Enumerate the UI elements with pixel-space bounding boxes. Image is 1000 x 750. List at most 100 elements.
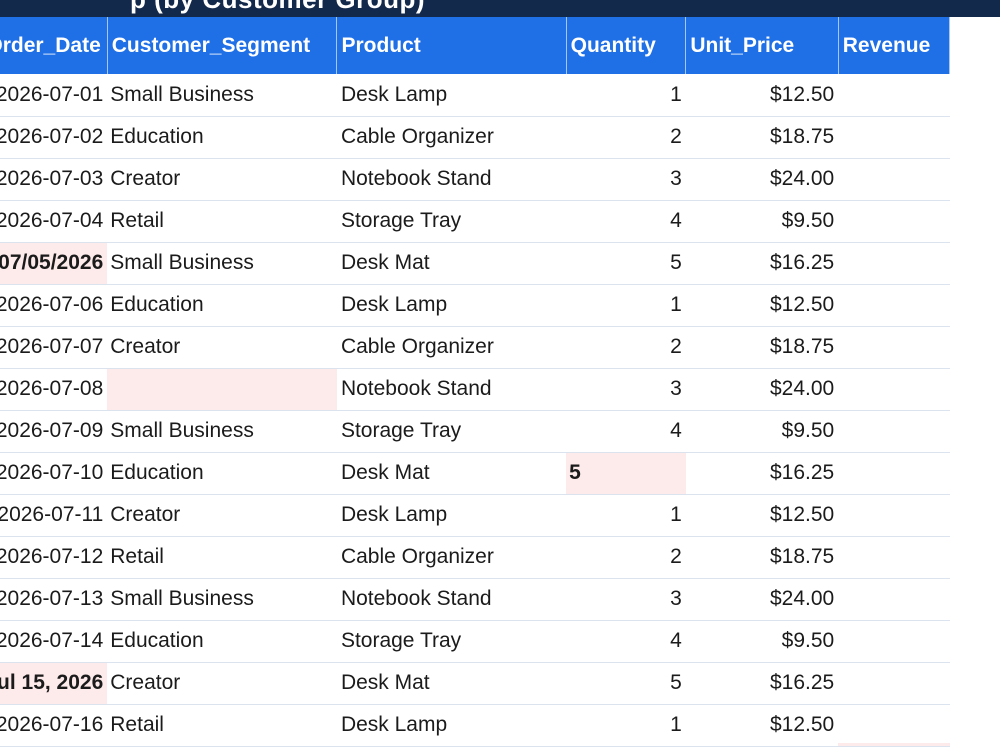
column-header-revenue[interactable]: Revenue — [838, 17, 951, 74]
cell-revenue[interactable] — [838, 578, 950, 621]
cell-order-date[interactable]: 2026-07-09 — [0, 410, 108, 453]
cell-revenue[interactable] — [838, 326, 950, 369]
cell-customer-segment[interactable]: Education — [107, 620, 337, 663]
table-row[interactable]: 07/05/2026 Small Business Desk Mat 5 $16… — [0, 242, 950, 285]
cell-quantity[interactable]: 5 — [566, 242, 686, 285]
table-row[interactable]: 2026-07-03 Creator Notebook Stand 3 $24.… — [0, 158, 950, 201]
cell-quantity[interactable]: 3 — [566, 578, 686, 621]
cell-order-date[interactable]: 2026-07-01 — [0, 74, 108, 117]
cell-revenue[interactable] — [838, 662, 950, 705]
cell-product[interactable]: Desk Mat — [336, 452, 567, 495]
cell-quantity[interactable]: 3 — [566, 368, 686, 411]
cell-customer-segment[interactable]: Creator — [107, 662, 337, 705]
table-row[interactable]: 2026-07-07 Creator Cable Organizer 2 $18… — [0, 326, 950, 369]
cell-quantity[interactable]: 1 — [566, 284, 686, 327]
column-header-product[interactable]: Product — [336, 17, 567, 74]
cell-order-date[interactable]: 2026-07-16 — [0, 704, 108, 747]
table-row[interactable]: 2026-07-04 Retail Storage Tray 4 $9.50 — [0, 200, 950, 243]
table-row[interactable]: 2026-07-14 Education Storage Tray 4 $9.5… — [0, 620, 950, 663]
cell-product[interactable]: Desk Mat — [336, 662, 567, 705]
table-row[interactable]: 2026-07-11 Creator Desk Lamp 1 $12.50 — [0, 494, 950, 537]
cell-revenue[interactable] — [838, 452, 950, 495]
cell-order-date[interactable]: 2026-07-03 — [0, 158, 108, 201]
cell-unit-price[interactable]: $12.50 — [685, 74, 839, 117]
cell-quantity[interactable]: 5 — [566, 662, 686, 705]
cell-revenue[interactable] — [838, 284, 950, 327]
cell-unit-price[interactable]: $24.00 — [685, 368, 839, 411]
cell-unit-price[interactable]: $18.75 — [685, 326, 839, 369]
table-row[interactable]: 2026-07-02 Education Cable Organizer 2 $… — [0, 116, 950, 159]
cell-customer-segment[interactable]: Creator — [107, 494, 337, 537]
cell-product[interactable]: Desk Mat — [336, 242, 567, 285]
cell-order-date[interactable]: 2026-07-08 — [0, 368, 108, 411]
cell-revenue[interactable] — [838, 158, 950, 201]
cell-product[interactable]: Desk Lamp — [336, 284, 567, 327]
cell-order-date-flagged[interactable]: Jul 15, 2026 — [0, 662, 108, 705]
cell-order-date[interactable]: 2026-07-06 — [0, 284, 108, 327]
cell-order-date[interactable]: 2026-07-11 — [0, 494, 108, 537]
cell-order-date[interactable]: 2026-07-14 — [0, 620, 108, 663]
cell-order-date[interactable]: 2026-07-04 — [0, 200, 108, 243]
cell-unit-price[interactable]: $16.25 — [685, 452, 839, 495]
cell-order-date[interactable]: 2026-07-13 — [0, 578, 108, 621]
cell-revenue[interactable] — [838, 242, 950, 285]
cell-product[interactable]: Cable Organizer — [336, 326, 567, 369]
cell-customer-segment[interactable]: Education — [107, 284, 337, 327]
cell-order-date[interactable]: 2026-07-12 — [0, 536, 108, 579]
cell-customer-segment[interactable]: Retail — [107, 704, 337, 747]
cell-unit-price[interactable]: $18.75 — [685, 536, 839, 579]
cell-customer-segment[interactable]: Small Business — [107, 410, 337, 453]
cell-customer-segment-flagged[interactable] — [107, 368, 337, 411]
cell-product[interactable]: Desk Lamp — [336, 494, 567, 537]
cell-quantity[interactable]: 1 — [566, 704, 686, 747]
cell-revenue[interactable] — [838, 494, 950, 537]
cell-product[interactable]: Storage Tray — [336, 410, 567, 453]
cell-unit-price[interactable]: $9.50 — [685, 200, 839, 243]
table-row[interactable]: 2026-07-16 Retail Desk Lamp 1 $12.50 — [0, 704, 950, 747]
cell-revenue[interactable] — [838, 200, 950, 243]
cell-unit-price[interactable]: $24.00 — [685, 158, 839, 201]
cell-revenue[interactable] — [838, 620, 950, 663]
cell-product[interactable]: Desk Lamp — [336, 704, 567, 747]
column-header-unit-price[interactable]: Unit_Price — [685, 17, 839, 74]
cell-unit-price[interactable]: $12.50 — [685, 494, 839, 537]
table-row[interactable]: 2026-07-13 Small Business Notebook Stand… — [0, 578, 950, 621]
cell-quantity[interactable]: 4 — [566, 200, 686, 243]
column-header-customer-segment[interactable]: Customer_Segment — [107, 17, 338, 74]
cell-order-date-flagged[interactable]: 07/05/2026 — [0, 242, 108, 285]
cell-unit-price[interactable]: $12.50 — [685, 704, 839, 747]
cell-unit-price[interactable]: $16.25 — [685, 242, 839, 285]
cell-unit-price[interactable]: $18.75 — [685, 116, 839, 159]
cell-revenue[interactable] — [838, 116, 950, 159]
cell-revenue[interactable] — [838, 704, 950, 747]
cell-order-date[interactable]: 2026-07-10 — [0, 452, 108, 495]
cell-quantity[interactable]: 2 — [566, 536, 686, 579]
cell-unit-price[interactable]: $12.50 — [685, 284, 839, 327]
cell-quantity[interactable]: 1 — [566, 74, 686, 117]
cell-customer-segment[interactable]: Creator — [107, 326, 337, 369]
cell-order-date[interactable]: 2026-07-02 — [0, 116, 108, 159]
cell-customer-segment[interactable]: Small Business — [107, 242, 337, 285]
cell-quantity[interactable]: 4 — [566, 620, 686, 663]
cell-customer-segment[interactable]: Retail — [107, 200, 337, 243]
cell-quantity[interactable]: 1 — [566, 494, 686, 537]
cell-product[interactable]: Notebook Stand — [336, 578, 567, 621]
cell-customer-segment[interactable]: Small Business — [107, 578, 337, 621]
cell-product[interactable]: Notebook Stand — [336, 368, 567, 411]
cell-unit-price[interactable]: $9.50 — [685, 620, 839, 663]
table-row[interactable]: 2026-07-10 Education Desk Mat 5 $16.25 — [0, 452, 950, 495]
table-row[interactable]: 2026-07-01 Small Business Desk Lamp 1 $1… — [0, 74, 950, 117]
cell-product[interactable]: Storage Tray — [336, 620, 567, 663]
cell-order-date[interactable]: 2026-07-07 — [0, 326, 108, 369]
table-row[interactable]: 2026-07-12 Retail Cable Organizer 2 $18.… — [0, 536, 950, 579]
cell-revenue[interactable] — [838, 368, 950, 411]
cell-unit-price[interactable]: $9.50 — [685, 410, 839, 453]
cell-revenue[interactable] — [838, 410, 950, 453]
cell-product[interactable]: Storage Tray — [336, 200, 567, 243]
cell-quantity[interactable]: 2 — [566, 116, 686, 159]
table-row[interactable]: 2026-07-06 Education Desk Lamp 1 $12.50 — [0, 284, 950, 327]
cell-customer-segment[interactable]: Education — [107, 116, 337, 159]
cell-quantity-flagged[interactable]: 5 — [566, 452, 686, 495]
cell-unit-price[interactable]: $16.25 — [685, 662, 839, 705]
cell-product[interactable]: Notebook Stand — [336, 158, 567, 201]
